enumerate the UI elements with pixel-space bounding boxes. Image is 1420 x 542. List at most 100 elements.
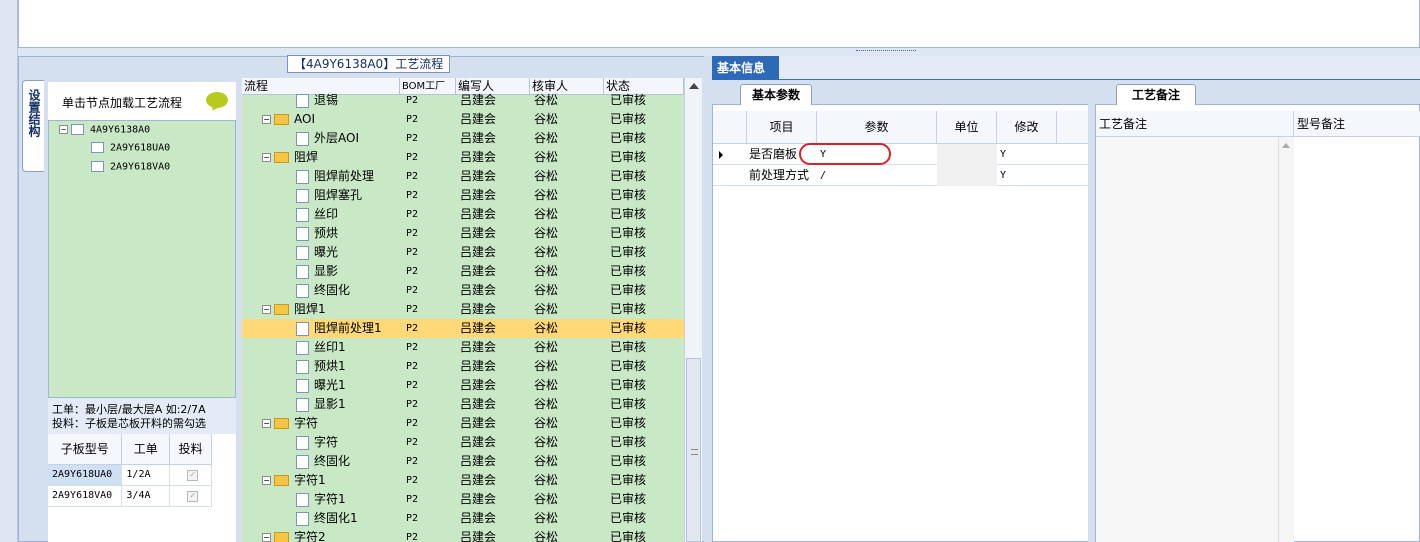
cell-status[interactable]: 已审核 [610,357,646,376]
cell-process[interactable]: − 字符1 [262,471,326,490]
scroll-up-icon[interactable] [689,83,699,89]
cell-bom[interactable]: P2 [406,433,418,452]
flow-row[interactable]: 阻焊前处理 P2 吕建会 谷松 已审核 [242,167,684,186]
cell-status[interactable]: 已审核 [610,281,646,300]
cell-writer[interactable]: 吕建会 [460,224,496,243]
cell-process[interactable]: − 字符2 [262,528,326,542]
flow-row[interactable]: − AOI P2 吕建会 谷松 已审核 [242,110,684,129]
cell-writer[interactable]: 吕建会 [460,395,496,414]
tab-process-remark[interactable]: 工艺备注 [1116,84,1196,105]
cell-writer[interactable]: 吕建会 [460,110,496,129]
remark-scrollbar[interactable] [1278,137,1294,542]
column-header[interactable]: 参数 [817,111,937,144]
table-row[interactable]: 2A9Y618UA0 1/2A ✓ [48,464,212,486]
cell-process[interactable]: 曝光1 [296,376,346,395]
cell-status[interactable]: 已审核 [610,91,646,110]
scroll-up-icon[interactable] [1282,143,1290,148]
cell-process[interactable]: 丝印1 [296,338,346,357]
cell-reviewer[interactable]: 谷松 [534,224,558,243]
cell-value[interactable]: / [820,165,826,186]
checkbox-checked-icon[interactable]: ✓ [187,490,199,502]
cell-reviewer[interactable]: 谷松 [534,205,558,224]
cell-status[interactable]: 已审核 [610,395,646,414]
cell-bom[interactable]: P2 [406,338,418,357]
cell-status[interactable]: 已审核 [610,414,646,433]
cell-bom[interactable]: P2 [406,262,418,281]
cell-bom[interactable]: P2 [406,319,418,338]
flow-row[interactable]: − 阻焊1 P2 吕建会 谷松 已审核 [242,300,684,319]
cell-reviewer[interactable]: 谷松 [534,110,558,129]
cell-process[interactable]: 阻焊前处理1 [296,319,382,338]
cell-writer[interactable]: 吕建会 [460,509,496,528]
cell-order[interactable]: 1/2A [121,464,171,486]
cell-bom[interactable]: P2 [406,509,418,528]
cell-order[interactable]: 3/4A [121,485,171,507]
cell-writer[interactable]: 吕建会 [460,433,496,452]
cell-process[interactable]: − 字符 [262,414,318,433]
cell-reviewer[interactable]: 谷松 [534,471,558,490]
cell-reviewer[interactable]: 谷松 [534,395,558,414]
cell-writer[interactable]: 吕建会 [460,490,496,509]
cell-writer[interactable]: 吕建会 [460,452,496,471]
cell-status[interactable]: 已审核 [610,509,646,528]
cell-writer[interactable]: 吕建会 [460,205,496,224]
checkbox-checked-icon[interactable]: ✓ [187,469,199,481]
cell-reviewer[interactable]: 谷松 [534,452,558,471]
cell-bom[interactable]: P2 [406,395,418,414]
cell-reviewer[interactable]: 谷松 [534,338,558,357]
cell-process[interactable]: 退锡 [296,91,338,110]
horizontal-splitter[interactable] [18,48,1420,56]
cell-modify[interactable]: Y [1000,165,1006,186]
column-header[interactable]: 修改 [997,111,1057,144]
tree-node-child[interactable]: 2A9Y618UA0 [91,142,170,154]
cell-bom[interactable]: P2 [406,167,418,186]
splitter-grip-icon[interactable] [856,50,916,53]
cell-unit[interactable] [937,165,997,186]
cell-bom[interactable]: P2 [406,205,418,224]
cell-process[interactable]: 字符 [296,433,338,452]
tree-node-child[interactable]: 2A9Y618VA0 [91,161,170,173]
cell-reviewer[interactable]: 谷松 [534,357,558,376]
collapse-icon[interactable]: − [262,419,271,428]
cell-status[interactable]: 已审核 [610,243,646,262]
cell-process[interactable]: 预烘1 [296,357,346,376]
flow-row[interactable]: 字符 P2 吕建会 谷松 已审核 [242,433,684,452]
tab-basic-info[interactable]: 基本信息 [712,56,779,80]
flow-row[interactable]: 字符1 P2 吕建会 谷松 已审核 [242,490,684,509]
cell-writer[interactable]: 吕建会 [460,91,496,110]
cell-reviewer[interactable]: 谷松 [534,186,558,205]
collapse-icon[interactable]: − [262,533,271,542]
cell-status[interactable]: 已审核 [610,528,646,542]
cell-writer[interactable]: 吕建会 [460,414,496,433]
cell-bom[interactable]: P2 [406,452,418,471]
flow-row[interactable]: 曝光1 P2 吕建会 谷松 已审核 [242,376,684,395]
column-header[interactable]: 型号备注 [1294,111,1420,137]
column-header[interactable]: 工单 [121,434,171,465]
cell-bom[interactable]: P2 [406,224,418,243]
cell-writer[interactable]: 吕建会 [460,262,496,281]
cell-status[interactable]: 已审核 [610,186,646,205]
middle-splitter[interactable] [704,56,712,542]
cell-writer[interactable]: 吕建会 [460,300,496,319]
cell-process[interactable]: 终固化1 [296,509,358,528]
cell-reviewer[interactable]: 谷松 [534,300,558,319]
process-remark-textarea[interactable] [1096,137,1294,542]
flow-row[interactable]: − 字符2 P2 吕建会 谷松 已审核 [242,528,684,542]
cell-status[interactable]: 已审核 [610,471,646,490]
cell-modify[interactable]: Y [1000,144,1006,165]
tree-node-root[interactable]: − 4A9Y6138A0 [59,124,150,136]
cell-writer[interactable]: 吕建会 [460,186,496,205]
cell-reviewer[interactable]: 谷松 [534,319,558,338]
cell-status[interactable]: 已审核 [610,205,646,224]
cell-bom[interactable]: P2 [406,357,418,376]
cell-process[interactable]: 字符1 [296,490,346,509]
flow-row[interactable]: 预烘1 P2 吕建会 谷松 已审核 [242,357,684,376]
cell-reviewer[interactable]: 谷松 [534,243,558,262]
flow-row[interactable]: − 阻焊 P2 吕建会 谷松 已审核 [242,148,684,167]
cell-bom[interactable]: P2 [406,490,418,509]
flow-row[interactable]: 显影1 P2 吕建会 谷松 已审核 [242,395,684,414]
cell-feed[interactable]: ✓ [169,464,212,486]
cell-bom[interactable]: P2 [406,471,418,490]
cell-writer[interactable]: 吕建会 [460,338,496,357]
cell-process[interactable]: 阻焊塞孔 [296,186,362,205]
